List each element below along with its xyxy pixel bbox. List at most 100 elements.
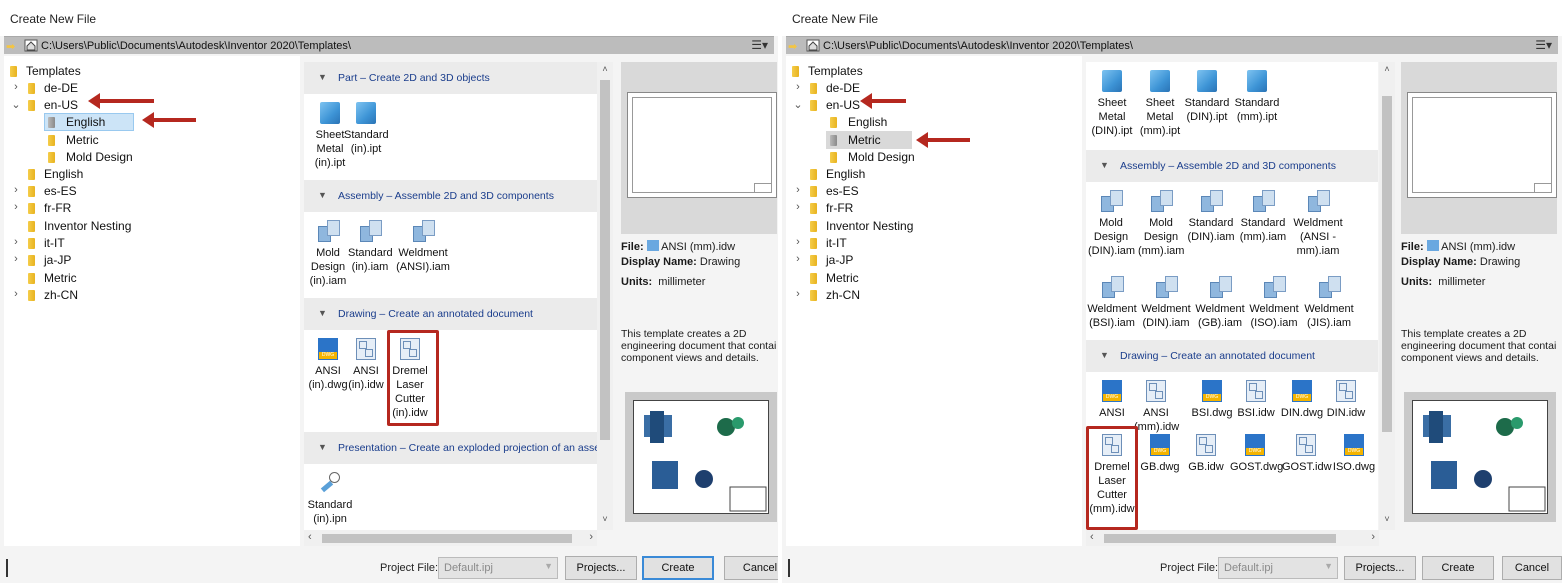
projects-button[interactable]: Projects... — [1344, 556, 1416, 580]
template-tile[interactable]: DWG GB.dwg — [1138, 434, 1182, 474]
forward-arrow-icon[interactable]: ➡ — [788, 40, 797, 53]
view-options-icon[interactable]: ☰▾ — [1535, 38, 1552, 52]
template-tile[interactable]: Weldment (ANSI).iam — [396, 220, 450, 274]
chevron-down-icon[interactable]: ⌄ — [10, 98, 22, 111]
template-tile[interactable]: DWG GOST.dwg — [1230, 434, 1283, 474]
projects-button[interactable]: Projects... — [565, 556, 637, 580]
scroll-thumb[interactable] — [322, 534, 572, 543]
scroll-thumb[interactable] — [1382, 96, 1392, 432]
template-tile[interactable]: Standard (mm).ipt — [1232, 70, 1282, 124]
chevron-down-icon[interactable]: ⌄ — [792, 98, 804, 111]
scroll-up-icon[interactable]: ˄ — [1379, 64, 1395, 74]
dwg-file-icon: DWG — [1102, 380, 1122, 402]
collapse-triangle-icon: ▼ — [1100, 350, 1109, 360]
folder-icon — [810, 290, 817, 301]
scroll-up-icon[interactable]: ˄ — [597, 64, 613, 74]
collapse-triangle-icon: ▼ — [318, 308, 327, 318]
drawing-thumbnail — [1404, 392, 1556, 522]
template-tile[interactable]: Weldment (JIS).iam — [1302, 276, 1356, 330]
category-header-assembly[interactable]: ▼ Assembly – Assemble 2D and 3D componen… — [304, 180, 597, 212]
template-tile[interactable]: DWG DIN.dwg — [1280, 380, 1324, 420]
folder-icon — [10, 66, 17, 77]
chevron-right-icon[interactable]: › — [10, 253, 22, 265]
cancel-button[interactable]: Cancel — [724, 556, 778, 580]
scroll-right-icon[interactable]: › — [1371, 531, 1375, 543]
presentation-file-icon — [319, 472, 341, 494]
template-tile[interactable]: Standard (DIN).iam — [1186, 190, 1236, 244]
chevron-right-icon[interactable]: › — [10, 288, 22, 300]
chevron-right-icon[interactable]: › — [792, 236, 804, 248]
dwg-file-icon: DWG — [1150, 434, 1170, 456]
template-tile[interactable]: DWG ISO.dwg — [1332, 434, 1376, 474]
template-tile[interactable]: DWG ANSI — [1090, 380, 1134, 420]
forward-arrow-icon[interactable]: ➡ — [6, 40, 15, 53]
project-file-select[interactable]: Default.ipj ▼ — [1218, 557, 1338, 579]
folder-icon — [810, 186, 817, 197]
category-header-assembly[interactable]: ▼ Assembly – Assemble 2D and 3D componen… — [1086, 150, 1378, 182]
home-folder-icon[interactable] — [24, 38, 38, 52]
tree-item-en-us-metric[interactable]: Metric — [792, 131, 912, 149]
template-list-scrollbar[interactable]: ˄ ˅ — [1379, 62, 1395, 530]
scroll-down-icon[interactable]: ˅ — [1379, 514, 1395, 524]
view-options-icon[interactable]: ☰▾ — [751, 38, 768, 52]
category-header-part[interactable]: ▼ Part – Create 2D and 3D objects — [304, 62, 597, 94]
assembly-file-icon — [1308, 190, 1330, 212]
home-folder-icon[interactable] — [806, 38, 820, 52]
idw-file-icon — [646, 240, 659, 251]
template-tile[interactable]: Weldment (GB).iam — [1194, 276, 1246, 330]
template-tile[interactable]: Weldment (BSI).iam — [1086, 276, 1138, 330]
scroll-thumb[interactable] — [1104, 534, 1336, 543]
template-list-scrollbar-end[interactable]: ˅ — [597, 512, 613, 530]
template-tile[interactable]: Mold Design (mm).iam — [1138, 190, 1184, 258]
template-preview — [621, 62, 777, 234]
horizontal-scrollbar[interactable]: ‹ › — [304, 530, 597, 546]
chevron-right-icon[interactable]: › — [10, 201, 22, 213]
chevron-right-icon[interactable]: › — [10, 236, 22, 248]
folder-icon — [28, 273, 35, 284]
template-tile[interactable]: Weldment (ANSI - mm).iam — [1290, 190, 1346, 258]
template-tile[interactable]: DWG BSI.dwg — [1190, 380, 1234, 420]
scroll-left-icon[interactable]: ‹ — [1090, 531, 1094, 543]
chevron-right-icon[interactable]: › — [10, 184, 22, 196]
template-tile[interactable]: Standard (in).ipn — [306, 472, 354, 526]
create-button[interactable]: Create — [642, 556, 714, 580]
template-tile[interactable]: Weldment (ISO).iam — [1248, 276, 1300, 330]
chevron-right-icon[interactable]: › — [792, 81, 804, 93]
template-tile[interactable]: GOST.idw — [1282, 434, 1332, 474]
chevron-right-icon[interactable]: › — [792, 253, 804, 265]
template-tile[interactable]: Sheet Metal (mm).ipt — [1138, 70, 1182, 138]
template-tile[interactable]: BSI.idw — [1234, 380, 1278, 420]
horizontal-scrollbar[interactable]: ‹ › — [1086, 530, 1379, 546]
scroll-left-icon[interactable]: ‹ — [308, 531, 312, 543]
template-tile[interactable]: DIN.idw — [1324, 380, 1368, 420]
template-tile[interactable]: ANSI (mm).idw — [1134, 380, 1179, 434]
scroll-thumb[interactable] — [600, 80, 610, 440]
category-header-presentation[interactable]: ▼ Presentation – Create an exploded proj… — [304, 432, 597, 464]
template-tile[interactable]: Standard (mm).iam — [1238, 190, 1288, 244]
chevron-right-icon[interactable]: › — [10, 81, 22, 93]
template-tile[interactable]: Standard (in).iam — [348, 220, 393, 274]
chevron-right-icon[interactable]: › — [792, 184, 804, 196]
template-tile[interactable]: Standard (in).ipt — [344, 102, 389, 156]
dialog-titlebar: Create New File — [0, 0, 778, 36]
dwg-file-icon: DWG — [318, 338, 338, 360]
category-header-drawing[interactable]: ▼ Drawing – Create an annotated document — [304, 298, 597, 330]
tree-item-en-us-english[interactable]: English — [10, 113, 134, 131]
category-header-drawing[interactable]: ▼ Drawing – Create an annotated document — [1086, 340, 1378, 372]
cancel-button[interactable]: Cancel — [1502, 556, 1562, 580]
folder-icon — [28, 186, 35, 197]
scroll-down-icon[interactable]: ˅ — [597, 514, 613, 524]
template-tile[interactable]: ANSI (in).idw — [344, 338, 388, 392]
chevron-right-icon[interactable]: › — [792, 288, 804, 300]
template-tile[interactable]: Sheet Metal (DIN).ipt — [1090, 70, 1134, 138]
template-tile[interactable]: Mold Design (in).iam — [306, 220, 350, 288]
template-tile[interactable]: Weldment (DIN).iam — [1140, 276, 1192, 330]
template-list-scrollbar[interactable]: ˄ — [597, 62, 613, 530]
template-tile[interactable]: GB.idw — [1184, 434, 1228, 474]
template-tile[interactable]: Mold Design (DIN).iam — [1088, 190, 1135, 258]
template-tile[interactable]: Standard (DIN).ipt — [1182, 70, 1232, 124]
scroll-right-icon[interactable]: › — [589, 531, 593, 543]
project-file-select[interactable]: Default.ipj ▼ — [438, 557, 558, 579]
create-button[interactable]: Create — [1422, 556, 1494, 580]
chevron-right-icon[interactable]: › — [792, 201, 804, 213]
